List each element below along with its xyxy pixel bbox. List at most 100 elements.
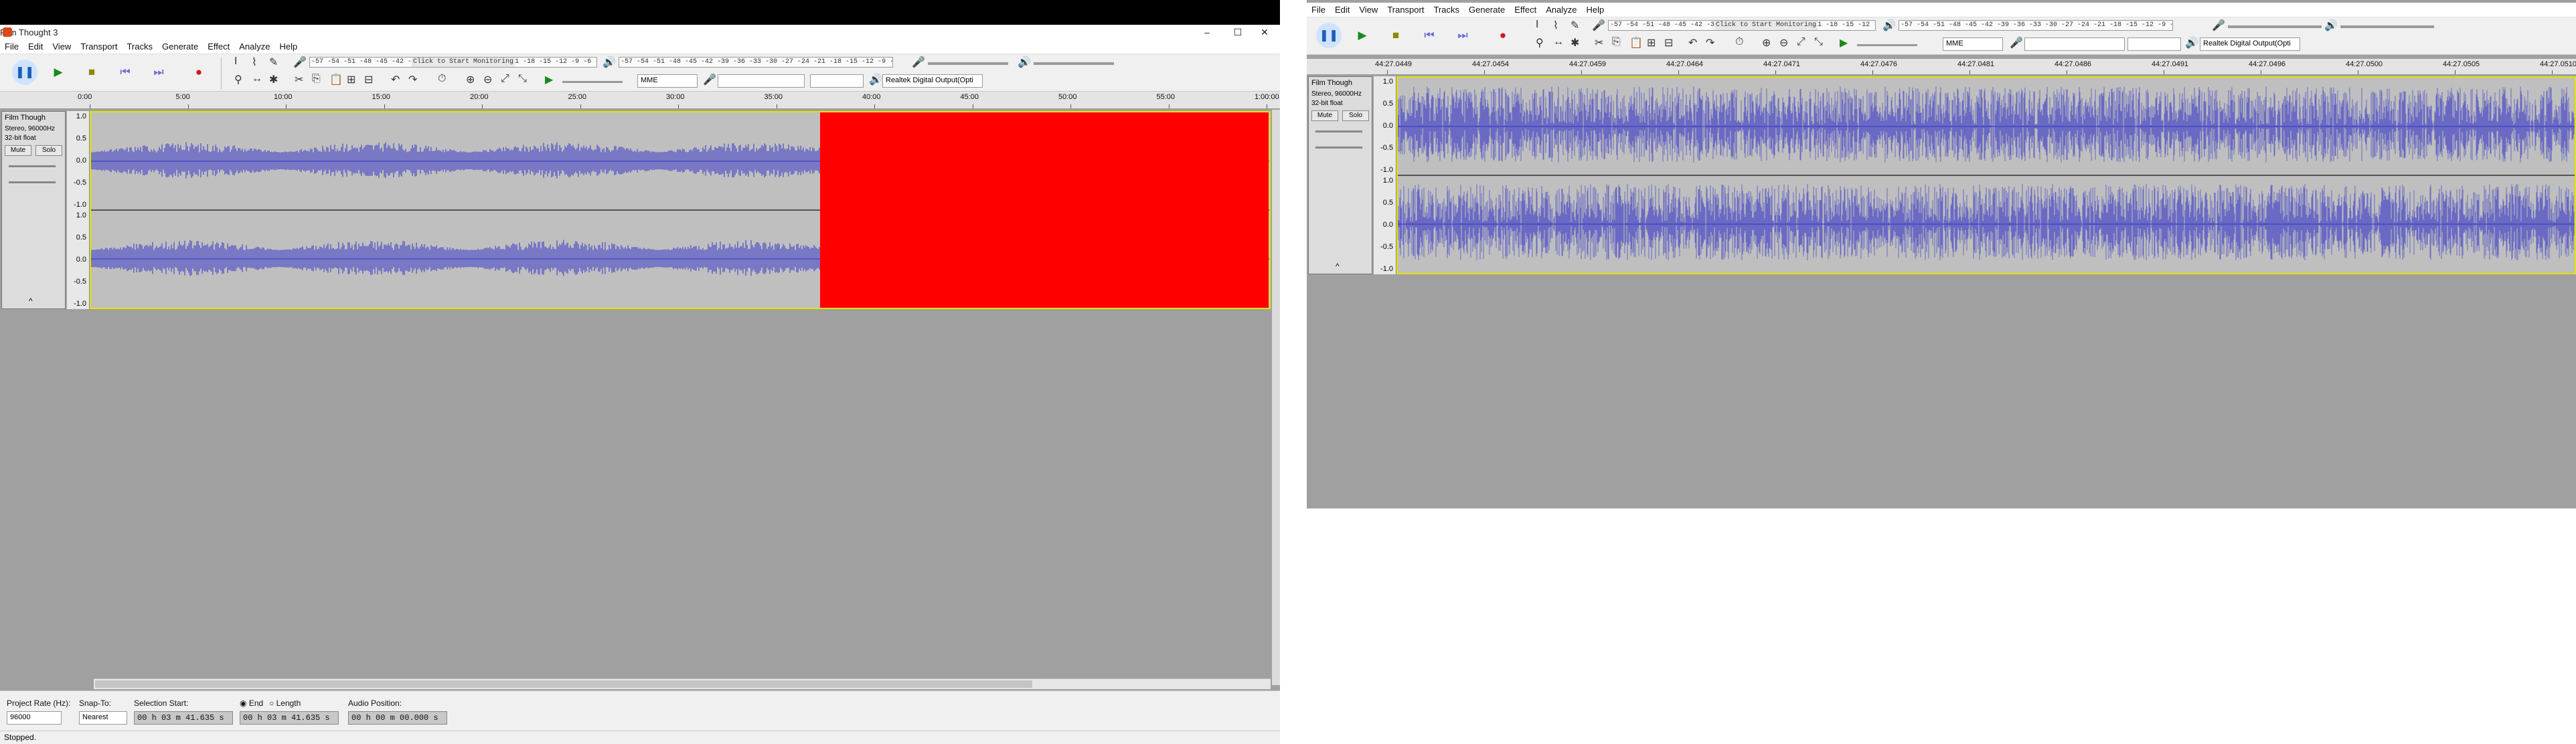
skip-end-button-right[interactable]: ⏭ bbox=[1450, 23, 1475, 48]
mute-button-right[interactable]: Mute bbox=[1311, 110, 1338, 121]
audio-host-select[interactable]: MME bbox=[637, 74, 698, 88]
cut-icon-right[interactable]: ✂ bbox=[1595, 36, 1603, 50]
play-at-speed-icon[interactable]: ▶ bbox=[545, 73, 553, 86]
play-at-speed-icon-right[interactable]: ▶ bbox=[1840, 36, 1848, 50]
paste-icon[interactable]: 📋 bbox=[329, 73, 343, 86]
record-button[interactable]: ● bbox=[186, 60, 212, 85]
audio-clip-right[interactable] bbox=[1398, 78, 2575, 273]
record-meter-right[interactable]: -57 -54 -51 -48 -45 -42 -3 Click to Start… bbox=[1608, 20, 1876, 31]
menu-analyze[interactable]: Analyze bbox=[234, 41, 274, 52]
zoom-in-icon[interactable]: ⊕ bbox=[466, 73, 475, 86]
timeline-ruler-right[interactable]: 44:27.0449 44:27.0454 44:27.0459 44:27.0464… bbox=[1307, 59, 2576, 75]
timeshift-tool-icon[interactable]: ↔ bbox=[252, 73, 262, 85]
menu-file[interactable]: File bbox=[0, 41, 23, 52]
close-button[interactable]: ✕ bbox=[1249, 25, 1280, 39]
draw-tool-icon-right[interactable]: ✎ bbox=[1571, 19, 1579, 32]
fit-project-icon[interactable]: ⤡ bbox=[518, 73, 527, 85]
sync-lock-icon[interactable]: ⏱ bbox=[438, 73, 446, 85]
redo-icon[interactable]: ↷ bbox=[408, 73, 417, 86]
redo-icon-right[interactable]: ↷ bbox=[1706, 36, 1714, 50]
vertical-scale[interactable]: 1.0 0.5 0.0 -0.5 -1.0 1.0 0.5 0.0 -0.5 -1.0 bbox=[67, 111, 90, 309]
envelope-tool-icon[interactable]: ⌇ bbox=[252, 56, 257, 69]
gain-slider-right[interactable] bbox=[1315, 130, 1362, 132]
stop-button-right[interactable]: ■ bbox=[1383, 23, 1408, 48]
record-meter-icon-right[interactable]: 🎤 bbox=[1592, 19, 1605, 32]
horizontal-scrollbar[interactable] bbox=[94, 678, 1271, 689]
playback-meter-right[interactable]: -57 -54 -51 -48 -45 -42 -39 -36 -33 -30 … bbox=[1899, 20, 2173, 31]
playback-meter-icon[interactable]: 🔊 bbox=[602, 56, 616, 69]
recording-channels-select[interactable] bbox=[810, 74, 864, 88]
menu-view-right[interactable]: View bbox=[1354, 5, 1382, 15]
menu-generate-right[interactable]: Generate bbox=[1464, 5, 1510, 15]
record-volume-slider[interactable] bbox=[928, 62, 1008, 65]
copy-icon-right[interactable]: ⎘ bbox=[1612, 36, 1621, 48]
zoom-tool-icon[interactable]: ⚲ bbox=[234, 73, 242, 86]
recording-device-select-right[interactable] bbox=[2024, 37, 2125, 51]
record-meter[interactable]: -57 -54 -51 -48 -45 -42 - Click to Start … bbox=[309, 57, 597, 68]
playback-meter-icon-right[interactable]: 🔊 bbox=[1882, 19, 1896, 32]
multi-tool-icon-right[interactable]: ✱ bbox=[1571, 36, 1579, 50]
selection-tool-icon[interactable]: I bbox=[234, 56, 237, 68]
solo-button-right[interactable]: Solo bbox=[1342, 110, 1369, 121]
audio-position-field[interactable]: 00 h 00 m 00.000 s bbox=[348, 711, 447, 725]
copy-icon[interactable]: ⎘ bbox=[312, 73, 321, 85]
playback-volume-slider-right[interactable] bbox=[2340, 25, 2434, 28]
cut-icon[interactable]: ✂ bbox=[295, 73, 303, 86]
skip-start-button[interactable]: ⏮ bbox=[112, 60, 138, 85]
zoom-out-icon-right[interactable]: ⊖ bbox=[1779, 36, 1788, 50]
play-button[interactable]: ▶ bbox=[46, 60, 71, 85]
timeline-ruler[interactable]: 0:00 5:00 10:00 15:00 20:00 25:00 30:00 35:00 40… bbox=[0, 92, 1280, 109]
fit-project-icon-right[interactable]: ⤡ bbox=[1814, 36, 1823, 48]
menu-transport[interactable]: Transport bbox=[76, 41, 122, 52]
fit-selection-icon-right[interactable]: ⤢ bbox=[1797, 36, 1805, 48]
mute-button[interactable]: Mute bbox=[5, 145, 31, 156]
play-speed-slider[interactable] bbox=[562, 81, 623, 83]
gain-slider[interactable] bbox=[9, 165, 56, 167]
multi-tool-icon[interactable]: ✱ bbox=[269, 73, 278, 86]
trim-icon-right[interactable]: ⊞ bbox=[1647, 36, 1656, 50]
menu-help[interactable]: Help bbox=[274, 41, 302, 52]
pause-button[interactable]: ❚❚ bbox=[12, 60, 37, 85]
start-monitoring-label-right[interactable]: Click to Start Monitoring bbox=[1714, 21, 1818, 30]
timeshift-tool-icon-right[interactable]: ↔ bbox=[1553, 36, 1564, 48]
recording-device-select[interactable] bbox=[718, 74, 805, 88]
menu-tracks[interactable]: Tracks bbox=[122, 41, 157, 52]
start-monitoring-label[interactable]: Click to Start Monitoring bbox=[412, 58, 515, 67]
skip-start-button-right[interactable]: ⏮ bbox=[1417, 23, 1442, 48]
record-button-right[interactable]: ● bbox=[1490, 23, 1516, 48]
selection-end-field[interactable]: 00 h 03 m 41.635 s bbox=[240, 711, 339, 725]
playback-device-select-right[interactable]: Realtek Digital Output(Opti bbox=[2200, 37, 2300, 51]
play-speed-slider-right[interactable] bbox=[1857, 44, 1917, 46]
menu-edit[interactable]: Edit bbox=[23, 41, 48, 52]
vertical-scrollbar[interactable] bbox=[1272, 110, 1280, 685]
trim-icon[interactable]: ⊞ bbox=[347, 73, 355, 86]
record-volume-slider-right[interactable] bbox=[2228, 25, 2322, 28]
undo-icon[interactable]: ↶ bbox=[391, 73, 400, 86]
menu-help-right[interactable]: Help bbox=[1581, 5, 1609, 15]
silence-icon[interactable]: ⊟ bbox=[364, 73, 373, 86]
pause-button-right[interactable]: ❚❚ bbox=[1316, 23, 1342, 48]
track-selection[interactable] bbox=[90, 111, 1271, 309]
end-radio[interactable]: ◉ End bbox=[240, 699, 263, 708]
recording-channels-select-right[interactable] bbox=[2127, 37, 2181, 51]
track-name-menu-right[interactable]: Film Though bbox=[1311, 79, 1352, 87]
menu-view[interactable]: View bbox=[48, 41, 76, 52]
zoom-out-icon[interactable]: ⊖ bbox=[483, 73, 492, 86]
pan-slider[interactable] bbox=[9, 181, 56, 183]
menu-generate[interactable]: Generate bbox=[157, 41, 203, 52]
menu-file-right[interactable]: File bbox=[1307, 5, 1330, 15]
pan-slider-right[interactable] bbox=[1315, 147, 1362, 149]
solo-button[interactable]: Solo bbox=[35, 145, 62, 156]
menu-transport-right[interactable]: Transport bbox=[1382, 5, 1429, 15]
audio-clip[interactable] bbox=[91, 112, 1269, 308]
track-name-menu[interactable]: Film Though bbox=[5, 114, 46, 122]
collapse-track-icon[interactable]: ^ bbox=[29, 296, 33, 306]
paste-icon-right[interactable]: 📋 bbox=[1629, 36, 1643, 50]
length-radio[interactable]: ○ Length bbox=[269, 699, 301, 708]
audio-host-select-right[interactable]: MME bbox=[1943, 37, 2003, 51]
playback-meter[interactable]: -57 -54 -51 -48 -45 -42 -39 -36 -33 -30 … bbox=[619, 57, 893, 68]
menu-analyze-right[interactable]: Analyze bbox=[1541, 5, 1581, 15]
fit-selection-icon[interactable]: ⤢ bbox=[501, 73, 509, 85]
selection-start-field[interactable]: 00 h 03 m 41.635 s bbox=[134, 711, 233, 725]
stop-button[interactable]: ■ bbox=[79, 60, 104, 85]
